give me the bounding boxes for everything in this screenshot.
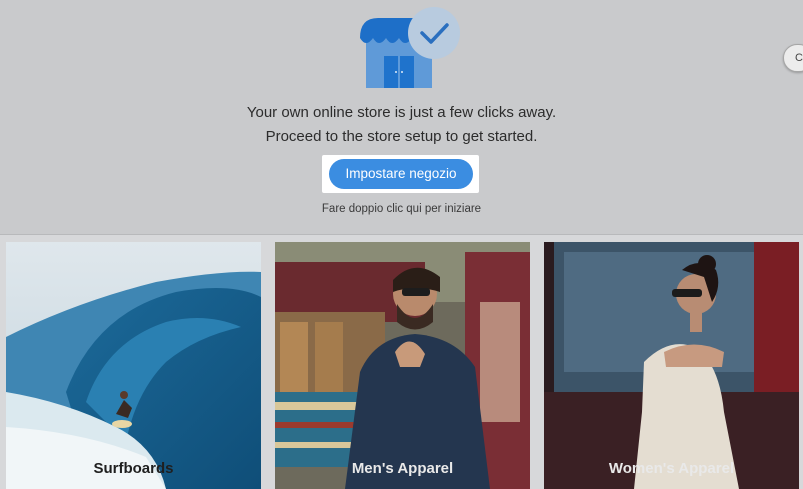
card-label: Surfboards (93, 460, 174, 477)
card-label: Men's Apparel (351, 460, 454, 477)
double-click-hint: Fare doppio clic qui per iniziare (321, 203, 482, 215)
card-label: Women's Apparel (608, 460, 735, 477)
store-setup-panel: Your own online store is just a few clic… (0, 0, 803, 234)
surfer-wave-photo (6, 242, 261, 489)
side-panel-tab[interactable]: C (783, 44, 803, 72)
store-message-line1: Your own online store is just a few clic… (246, 104, 557, 121)
store-message-line2: Proceed to the store setup to get starte… (265, 128, 538, 145)
category-card-mens-apparel[interactable]: Men's Apparel (275, 242, 530, 489)
woman-in-dress-photo (544, 242, 799, 489)
category-card-surfboards[interactable]: Surfboards (6, 242, 261, 489)
divider (0, 234, 803, 235)
man-in-shirt-photo (275, 242, 530, 489)
setup-button-highlight: Impostare negozio (322, 155, 479, 193)
online-store-icon (360, 7, 460, 88)
side-panel-tab-label: C (795, 52, 803, 64)
setup-store-button[interactable]: Impostare negozio (329, 159, 473, 189)
category-card-womens-apparel[interactable]: Women's Apparel (544, 242, 799, 489)
